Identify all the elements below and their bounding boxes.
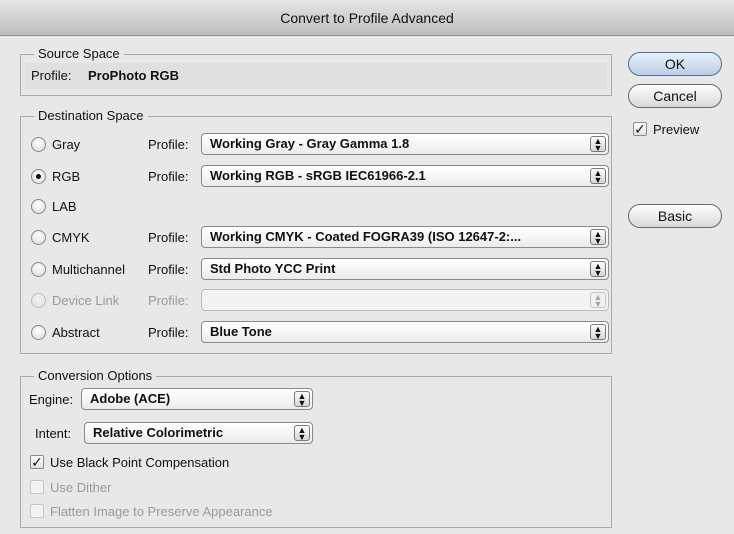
chevron-updown-icon: ▲ ▼ [590,168,606,185]
conversion-options-legend: Conversion Options [34,368,157,384]
ok-button[interactable]: OK [628,52,722,76]
engine-value: Adobe (ACE) [90,391,171,406]
rgb-profile-label: Profile: [148,169,189,184]
multichannel-profile-select[interactable]: Std Photo YCC Print ▲ ▼ [201,258,609,280]
basic-button[interactable]: Basic [628,204,722,228]
radio-gray[interactable] [31,137,46,152]
radio-gray-label: Gray [52,137,81,152]
intent-label: Intent: [35,426,72,441]
flatten-image-checkbox [30,504,44,518]
abstract-profile-value: Blue Tone [210,324,272,339]
cancel-button[interactable]: Cancel [628,84,722,108]
flatten-image-label: Flatten Image to Preserve Appearance [50,504,273,519]
radio-device-link-label: Device Link [52,293,120,308]
rgb-profile-value: Working RGB - sRGB IEC61966-2.1 [210,168,426,183]
chevron-updown-icon: ▲ ▼ [294,425,310,442]
intent-select[interactable]: Relative Colorimetric ▲ ▼ [84,422,313,444]
multichannel-profile-label: Profile: [148,262,189,277]
intent-value: Relative Colorimetric [93,425,224,440]
radio-abstract[interactable] [31,325,46,340]
black-point-compensation-label: Use Black Point Compensation [50,455,230,470]
radio-cmyk-label: CMYK [52,230,90,245]
radio-lab[interactable] [31,199,46,214]
cmyk-profile-label: Profile: [148,230,189,245]
destination-space-legend: Destination Space [34,108,148,124]
dialog-title-bar[interactable]: Convert to Profile Advanced [0,0,734,36]
cmyk-profile-select[interactable]: Working CMYK - Coated FOGRA39 (ISO 12647… [201,226,609,248]
radio-multichannel[interactable] [31,262,46,277]
source-profile-label: Profile: [31,68,72,83]
gray-profile-label: Profile: [148,137,189,152]
chevron-updown-icon: ▲ ▼ [590,324,606,341]
chevron-updown-icon: ▲ ▼ [590,229,606,246]
chevron-updown-icon: ▲ ▼ [294,391,310,408]
source-space-legend: Source Space [34,46,124,62]
cmyk-profile-value: Working CMYK - Coated FOGRA39 (ISO 12647… [210,229,522,244]
multichannel-profile-value: Std Photo YCC Print [210,261,336,276]
abstract-profile-select[interactable]: Blue Tone ▲ ▼ [201,321,609,343]
radio-cmyk[interactable] [31,230,46,245]
radio-rgb[interactable] [31,169,46,184]
convert-to-profile-dialog: Convert to Profile Advanced Source Space… [0,0,734,534]
conversion-options-group: Conversion Options Engine: Adobe (ACE) ▲… [20,368,612,528]
rgb-profile-select[interactable]: Working RGB - sRGB IEC61966-2.1 ▲ ▼ [201,165,609,187]
device-link-profile-label: Profile: [148,293,189,308]
abstract-profile-label: Profile: [148,325,189,340]
black-point-compensation-checkbox[interactable]: ✓ [30,455,44,469]
radio-rgb-label: RGB [52,169,81,184]
use-dither-label: Use Dither [50,480,112,495]
preview-label: Preview [653,122,700,137]
chevron-updown-icon: ▲ ▼ [590,292,606,309]
radio-abstract-label: Abstract [52,325,100,340]
dialog-title: Convert to Profile Advanced [280,10,454,26]
chevron-updown-icon: ▲ ▼ [590,261,606,278]
radio-multichannel-label: Multichannel [52,262,125,277]
source-profile-value: ProPhoto RGB [88,68,179,83]
gray-profile-select[interactable]: Working Gray - Gray Gamma 1.8 ▲ ▼ [201,133,609,155]
destination-space-group: Destination Space Gray Profile: Working … [20,108,612,354]
engine-label: Engine: [29,392,74,407]
radio-lab-label: LAB [52,199,77,214]
engine-select[interactable]: Adobe (ACE) ▲ ▼ [81,388,313,410]
source-space-group: Source Space Profile: ProPhoto RGB [20,46,612,96]
preview-checkbox[interactable]: ✓ [633,122,647,136]
gray-profile-value: Working Gray - Gray Gamma 1.8 [210,136,410,151]
chevron-updown-icon: ▲ ▼ [590,136,606,153]
radio-device-link [31,293,46,308]
device-link-profile-select: ▲ ▼ [201,289,609,311]
use-dither-checkbox [30,480,44,494]
